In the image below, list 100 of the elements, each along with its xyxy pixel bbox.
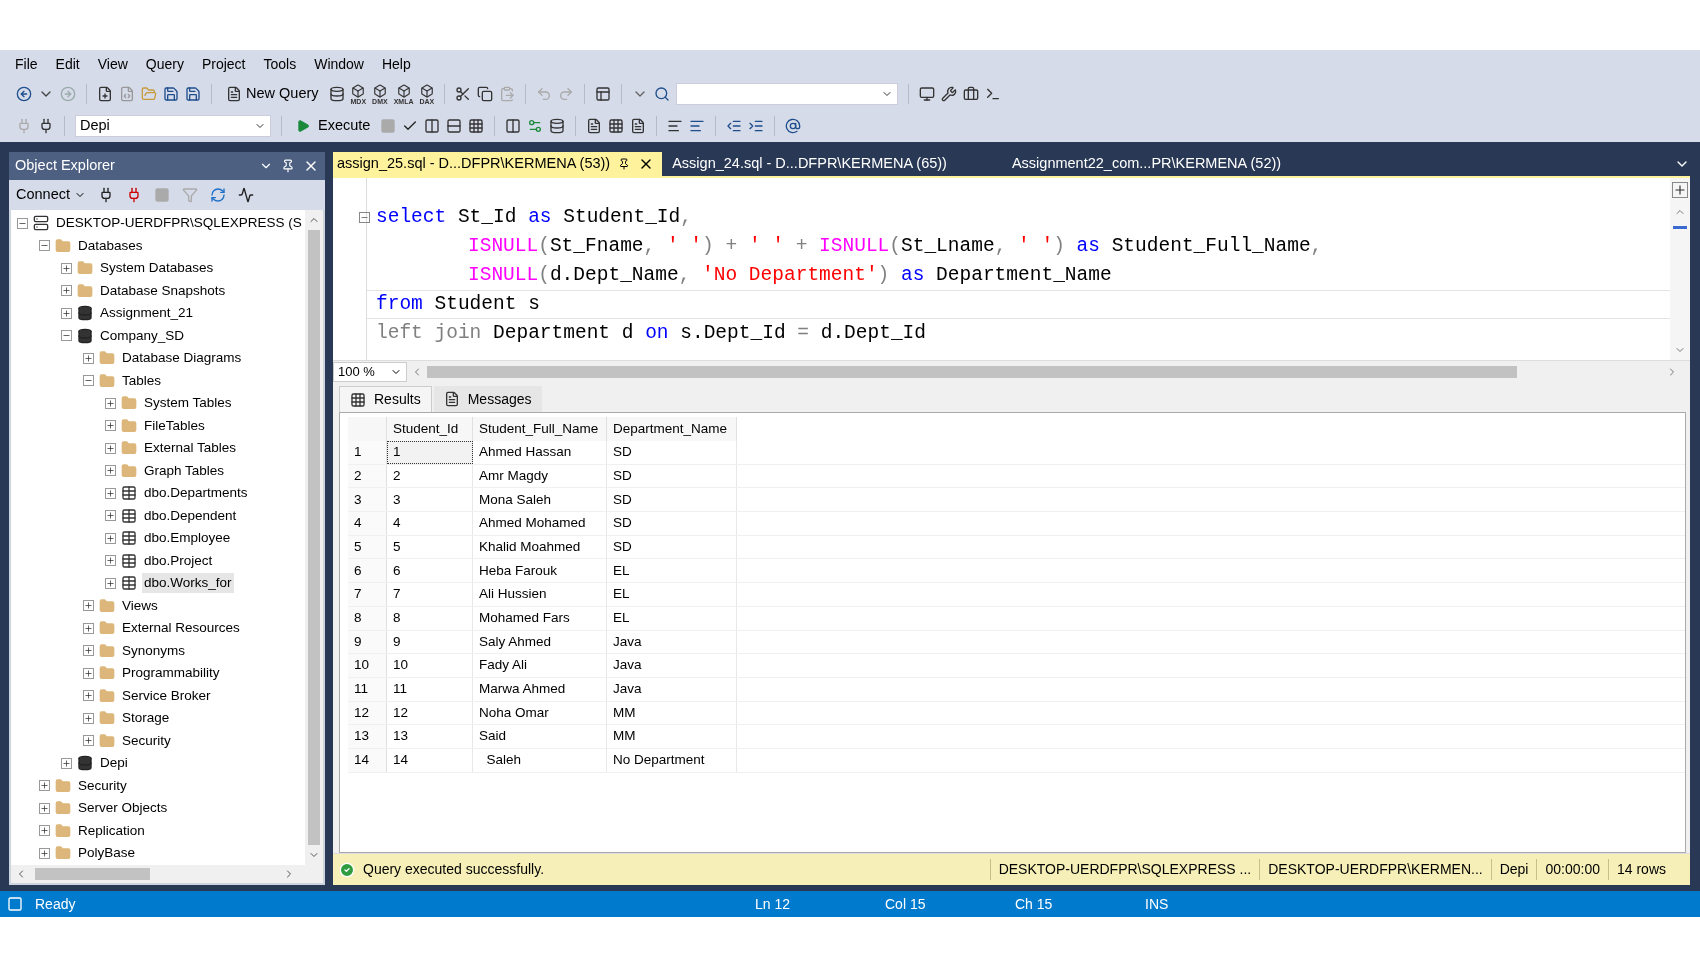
tree-item[interactable]: dbo.Departments xyxy=(142,483,250,504)
cut-icon[interactable] xyxy=(455,86,472,102)
uncomment-icon[interactable] xyxy=(689,118,706,134)
expand-toggle[interactable] xyxy=(105,442,116,454)
tree-item[interactable]: Views xyxy=(120,595,160,616)
wrench-icon[interactable] xyxy=(941,86,958,102)
save-all-icon[interactable] xyxy=(185,86,201,102)
tree-item[interactable]: Security xyxy=(76,775,129,796)
new-file-icon[interactable] xyxy=(97,86,113,102)
collapse-icon[interactable] xyxy=(359,212,370,223)
tree-item[interactable]: Tables xyxy=(120,370,164,391)
tree-item[interactable]: Storage xyxy=(120,708,172,729)
editor-tab[interactable]: assign_25.sql - D...DFPR\KERMENA (53)) xyxy=(333,152,663,176)
expand-toggle[interactable] xyxy=(61,285,72,297)
grid-icon[interactable] xyxy=(468,118,485,134)
back-icon[interactable] xyxy=(16,86,32,102)
search-icon[interactable] xyxy=(654,86,671,102)
menu-item[interactable]: File xyxy=(6,53,47,75)
results-icon[interactable] xyxy=(446,118,463,134)
connect-button[interactable]: Connect xyxy=(16,184,86,206)
expand-toggle[interactable] xyxy=(39,780,50,792)
tree-item[interactable]: System Tables xyxy=(142,393,234,414)
horizontal-scrollbar[interactable] xyxy=(427,365,1517,378)
expand-toggle[interactable] xyxy=(39,847,50,859)
plan-icon[interactable] xyxy=(505,118,522,134)
statistics-icon[interactable] xyxy=(527,118,544,134)
expand-toggle[interactable] xyxy=(61,757,72,769)
expand-toggle[interactable] xyxy=(61,262,72,274)
menu-item[interactable]: Query xyxy=(136,53,193,75)
expand-toggle[interactable] xyxy=(105,510,116,522)
menu-item[interactable]: Window xyxy=(305,53,373,75)
tree-item[interactable]: PolyBase xyxy=(76,843,138,864)
column-header[interactable]: Student_Id xyxy=(387,417,473,441)
tree-item[interactable]: Replication xyxy=(76,820,147,841)
monitor-icon[interactable] xyxy=(919,86,936,102)
menu-item[interactable]: View xyxy=(88,53,137,75)
scrollbar-thumb[interactable] xyxy=(308,230,320,845)
expand-toggle[interactable] xyxy=(83,735,94,747)
tree-item[interactable]: Service Broker xyxy=(120,685,213,706)
expand-toggle[interactable] xyxy=(83,600,94,612)
tree-item[interactable]: Database Snapshots xyxy=(98,280,228,301)
activity-icon[interactable] xyxy=(238,187,254,203)
expand-toggle[interactable] xyxy=(61,307,72,319)
copy-icon[interactable] xyxy=(477,86,494,102)
tree-item[interactable]: Synonyms xyxy=(120,640,188,661)
plug-icon[interactable] xyxy=(38,118,54,134)
zoom-select[interactable]: 100 % xyxy=(333,361,407,382)
terminal-icon[interactable] xyxy=(985,86,1002,102)
tree-item[interactable]: System Databases xyxy=(98,258,216,279)
tree-item[interactable]: Depi xyxy=(98,753,130,774)
results-tab[interactable]: Messages xyxy=(433,386,542,412)
save-icon[interactable] xyxy=(163,86,179,102)
tree-item[interactable]: Company_SD xyxy=(98,325,187,346)
expand-toggle[interactable] xyxy=(105,420,116,432)
results-tab[interactable]: Results xyxy=(339,386,432,412)
comment-icon[interactable] xyxy=(667,118,684,134)
tree-item[interactable]: dbo.Project xyxy=(142,550,215,571)
expand-toggle[interactable] xyxy=(105,397,116,409)
expand-toggle[interactable] xyxy=(105,532,116,544)
expand-toggle[interactable] xyxy=(105,487,116,499)
tree-item[interactable]: Database Diagrams xyxy=(120,348,244,369)
split-icon[interactable] xyxy=(1672,182,1688,198)
expand-toggle[interactable] xyxy=(83,622,94,634)
vertical-scrollbar[interactable] xyxy=(305,210,323,865)
collapse-toggle[interactable] xyxy=(83,375,94,387)
expand-toggle[interactable] xyxy=(105,577,116,589)
database-icon[interactable] xyxy=(549,118,566,134)
text-results-icon[interactable] xyxy=(586,118,603,134)
expand-toggle[interactable] xyxy=(105,555,116,567)
collapse-toggle[interactable] xyxy=(61,330,72,342)
menu-item[interactable]: Project xyxy=(192,53,255,75)
indent-icon[interactable] xyxy=(748,118,765,134)
collapse-toggle[interactable] xyxy=(39,240,50,252)
pin-icon[interactable] xyxy=(618,158,631,170)
plug-icon[interactable] xyxy=(98,187,114,203)
grid-results-icon[interactable] xyxy=(608,118,625,134)
column-header[interactable]: Student_Full_Name xyxy=(473,417,607,441)
tree-item[interactable]: dbo.Works_for xyxy=(142,573,234,594)
scrollbar-thumb[interactable] xyxy=(35,868,150,880)
refresh-icon[interactable] xyxy=(210,187,226,203)
tree-item[interactable]: Security xyxy=(120,730,173,751)
expand-toggle[interactable] xyxy=(83,352,94,364)
expand-toggle[interactable] xyxy=(83,645,94,657)
parameters-icon[interactable] xyxy=(785,118,802,134)
expand-toggle[interactable] xyxy=(105,465,116,477)
horizontal-scrollbar[interactable] xyxy=(11,865,323,883)
menu-item[interactable]: Help xyxy=(372,53,420,75)
tree-item[interactable]: dbo.Employee xyxy=(142,528,233,549)
tree-item[interactable]: FileTables xyxy=(142,415,207,436)
editor-tab[interactable]: Assign_24.sql - D...DFPR\KERMENA (65)) xyxy=(662,152,1002,176)
column-header[interactable]: Department_Name xyxy=(607,417,737,441)
tree-item[interactable]: Assignment_21 xyxy=(98,303,196,324)
expand-toggle[interactable] xyxy=(83,690,94,702)
expand-toggle[interactable] xyxy=(39,802,50,814)
disconnect-icon[interactable] xyxy=(126,187,142,203)
toolbox-icon[interactable] xyxy=(963,86,980,102)
menu-item[interactable]: Edit xyxy=(46,53,89,75)
execute-button[interactable]: Execute xyxy=(292,115,375,137)
menu-item[interactable]: Tools xyxy=(254,53,306,75)
database-select[interactable]: Depi xyxy=(75,115,271,137)
